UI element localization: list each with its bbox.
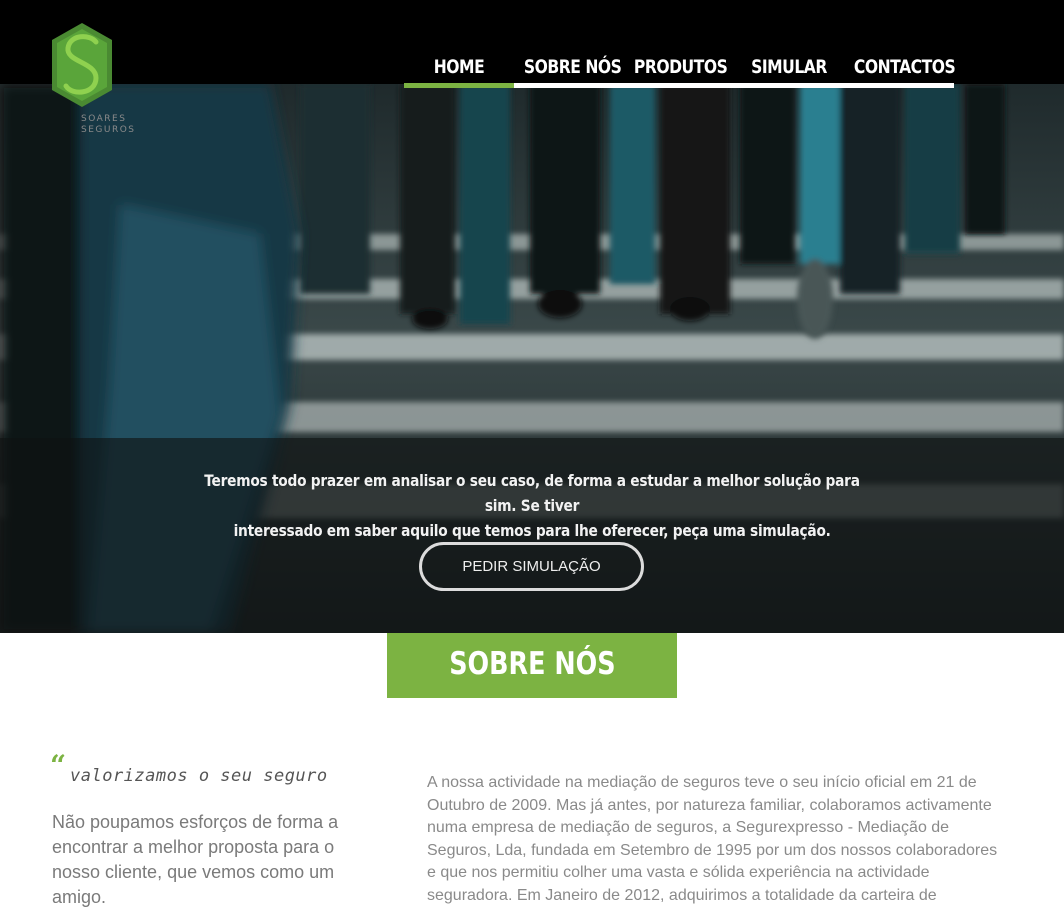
brand-logo[interactable]: SOARES SEGUROS [50,20,140,140]
hero-message-line1: Teremos todo prazer em analisar o seu ca… [204,471,860,515]
nav-item-simular[interactable]: SIMULAR [744,53,834,83]
about-history-line: numa empresa de mediação de seguros, a S… [427,819,950,836]
hero-banner: Teremos todo prazer em analisar o seu ca… [0,84,1064,633]
about-history-line: e que nos permitiu colher uma vasta e só… [427,864,930,881]
quote-heading: valorizamos o seu seguro [70,766,328,786]
about-summary-line: Não poupamos esforços de forma a [52,812,339,832]
about-history-line: Outubro de 2009. Mas já antes, por natur… [427,796,992,814]
about-summary-line: amigo. [52,887,107,907]
brand-name-line1: SOARES [81,114,127,124]
about-summary-line: encontrar a melhor proposta para o [52,837,335,857]
nav-item-sobre-nos[interactable]: SOBRE NÓS [524,53,622,83]
nav-active-indicator [404,83,514,88]
about-history-text: A nossa actividade na mediação de seguro… [427,772,1007,907]
request-simulation-button[interactable]: PEDIR SIMULAÇÃO [419,542,644,591]
main-nav: HOME SOBRE NÓS PRODUTOS SIMULAR CONTACTO… [404,53,956,88]
logo-hexagon-icon [52,23,112,107]
section-title-text: SOBRE NÓS [448,646,616,682]
section-title-sobre-nos: SOBRE NÓS [387,633,677,698]
quote-mark-icon: “ [50,749,67,782]
nav-item-produtos[interactable]: PRODUTOS [634,53,728,83]
hero-message: Teremos todo prazer em analisar o seu ca… [150,468,914,543]
about-summary-line: nosso cliente, que vemos como um [52,862,335,882]
brand-name: SOARES SEGUROS [81,114,136,136]
about-summary: Não poupamos esforços de forma a encontr… [52,810,352,910]
about-history-line: A nossa actividade na mediação de seguro… [427,774,977,791]
about-history-line: Seguros, Lda, fundada em Setembro de 199… [427,841,998,859]
nav-item-contactos[interactable]: CONTACTOS [854,53,956,83]
brand-name-line2: SEGUROS [81,125,136,135]
hero-message-line2: interessado em saber aquilo que temos pa… [233,521,831,540]
nav-item-home[interactable]: HOME [414,53,504,83]
